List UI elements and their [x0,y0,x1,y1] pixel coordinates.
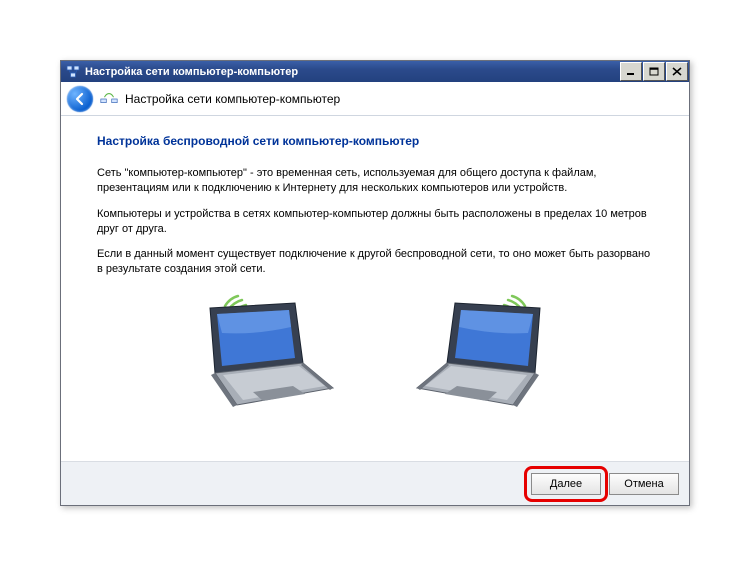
minimize-button[interactable] [620,62,642,81]
laptop-right-icon [410,288,580,416]
window: Настройка сети компьютер-компьютер [60,60,690,506]
paragraph-3: Если в данный момент существует подключе… [97,247,653,277]
back-button[interactable] [67,86,93,112]
network-icon [65,64,81,80]
content-area: Настройка беспроводной сети компьютер-ко… [61,116,689,461]
titlebar: Настройка сети компьютер-компьютер [61,61,689,82]
header-title: Настройка сети компьютер-компьютер [125,92,340,106]
cancel-button[interactable]: Отмена [609,473,679,495]
laptop-left-icon [170,288,340,416]
maximize-button[interactable] [643,62,665,81]
close-button[interactable] [666,62,688,81]
window-controls [620,61,689,82]
content-heading: Настройка беспроводной сети компьютер-ко… [97,134,653,148]
paragraph-2: Компьютеры и устройства в сетях компьюте… [97,207,653,237]
illustration [97,288,653,416]
adhoc-network-icon [99,91,119,107]
titlebar-text: Настройка сети компьютер-компьютер [85,66,298,78]
wizard-header: Настройка сети компьютер-компьютер [61,82,689,116]
next-button[interactable]: Далее [531,473,601,495]
footer: Далее Отмена [61,461,689,505]
paragraph-1: Сеть "компьютер-компьютер" - это временн… [97,166,653,196]
